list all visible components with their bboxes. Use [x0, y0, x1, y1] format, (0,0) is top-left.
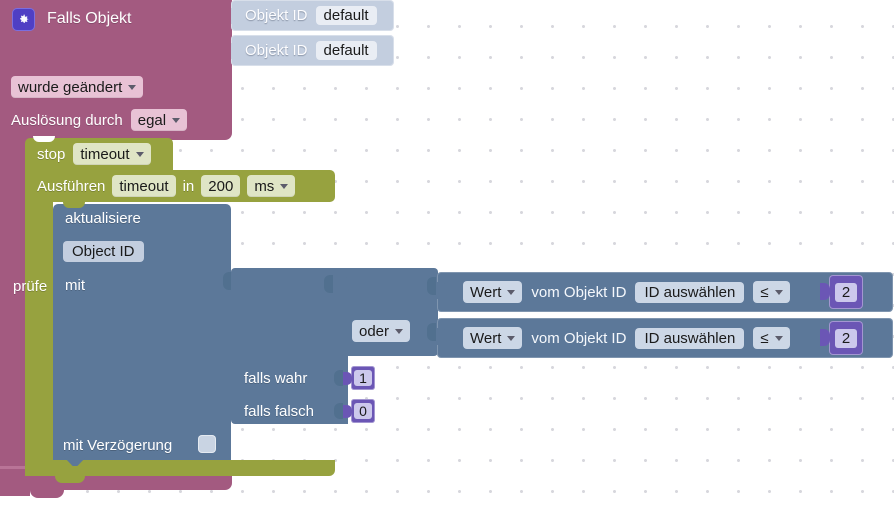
execute-block-bottom-notch	[55, 472, 85, 483]
stop-timeout-block[interactable]: stop timeout	[25, 138, 173, 170]
puzzle-plug-icon	[343, 405, 352, 418]
condition-operator-dropdown[interactable]: ≤	[753, 327, 790, 349]
if-true-label: falls wahr	[244, 370, 308, 387]
stop-label: stop	[37, 145, 66, 163]
condition-operator-label: ≤	[760, 283, 769, 301]
compare-number-value[interactable]: 2	[834, 328, 858, 348]
chevron-down-icon	[135, 151, 144, 157]
check-condition-socket	[324, 275, 333, 293]
chevron-down-icon	[128, 84, 137, 90]
check-label: prüfe	[13, 278, 48, 295]
chevron-down-icon	[395, 328, 404, 334]
compare-number-block-1[interactable]: 2	[820, 275, 863, 309]
condition-value-dropdown[interactable]: Wert	[463, 281, 523, 303]
condition-value-dropdown-label: Wert	[470, 283, 502, 301]
update-delay-checkbox[interactable]	[198, 435, 216, 453]
update-with-label: mit	[65, 277, 85, 294]
execute-unit-dropdown-label: ms	[254, 177, 275, 195]
puzzle-plug-icon	[820, 329, 830, 346]
condition-id-selector[interactable]: ID auswählen	[635, 327, 745, 349]
puzzle-plug-icon	[820, 283, 830, 300]
trigger-source-dropdown[interactable]: egal	[130, 109, 188, 131]
execute-unit-dropdown[interactable]: ms	[247, 175, 296, 197]
chevron-down-icon	[507, 289, 516, 295]
stop-timeout-dropdown[interactable]: timeout	[73, 143, 151, 165]
trigger-source-dropdown-label: egal	[137, 111, 167, 129]
execute-name-field[interactable]: timeout	[112, 175, 176, 197]
object-id-label: Objekt ID	[245, 42, 308, 59]
condition-from-label: vom Objekt ID	[531, 329, 627, 347]
execute-timeout-block[interactable]: Ausführen timeout in 200 ms	[25, 170, 335, 202]
execute-label: Ausführen	[37, 177, 106, 195]
execute-block-body	[25, 202, 53, 466]
chevron-down-icon	[774, 335, 783, 341]
stop-timeout-dropdown-label: timeout	[80, 145, 130, 163]
puzzle-plug-icon	[437, 282, 447, 299]
logic-operator-dropdown-label: oder	[359, 322, 390, 340]
logic-operand-a-socket	[427, 277, 436, 295]
blockly-workspace[interactable]: Falls Objekt wurde geändert Auslösung du…	[0, 0, 894, 506]
chevron-down-icon	[280, 183, 289, 189]
chevron-down-icon	[172, 117, 181, 123]
condition-id-selector[interactable]: ID auswählen	[635, 281, 745, 303]
logic-or-block[interactable]	[340, 268, 438, 356]
update-label: aktualisiere	[65, 210, 141, 227]
object-id-value[interactable]: default	[315, 6, 377, 25]
compare-number-value[interactable]: 2	[834, 282, 858, 302]
if-false-number-block[interactable]: 0	[343, 399, 375, 423]
puzzle-plug-icon	[343, 372, 352, 385]
object-id-value[interactable]: default	[315, 41, 377, 60]
object-id-block-2[interactable]: Objekt ID default	[231, 35, 394, 66]
puzzle-plug-icon	[231, 43, 241, 59]
gear-icon[interactable]	[12, 8, 35, 31]
object-id-label: Objekt ID	[245, 7, 308, 24]
stop-block-top-notch	[33, 136, 55, 142]
event-block-title: Falls Objekt	[47, 10, 132, 27]
execute-in-label: in	[182, 177, 195, 195]
condition-value-dropdown[interactable]: Wert	[463, 327, 523, 349]
condition-from-label: vom Objekt ID	[531, 283, 627, 301]
update-delay-label: mit Verzögerung	[63, 437, 173, 454]
condition-value-dropdown-label: Wert	[470, 329, 502, 347]
trigger-source-label: Auslösung durch	[11, 111, 123, 129]
chevron-down-icon	[507, 335, 516, 341]
if-false-value[interactable]: 0	[354, 403, 372, 419]
logic-operand-b-socket	[427, 323, 436, 341]
event-condition-dropdown-label: wurde geändert	[18, 78, 123, 96]
execute-delay-value[interactable]: 200	[201, 175, 241, 197]
event-block-bottom-notch	[30, 486, 64, 498]
chevron-down-icon	[774, 289, 783, 295]
condition-operator-dropdown[interactable]: ≤	[753, 281, 790, 303]
puzzle-plug-icon	[231, 8, 241, 24]
object-id-block-1[interactable]: Objekt ID default	[231, 0, 394, 31]
condition-operator-label: ≤	[760, 329, 769, 347]
if-false-socket	[334, 403, 343, 419]
update-block-top-notch	[63, 202, 85, 208]
compare-number-block-2[interactable]: 2	[820, 321, 863, 355]
puzzle-plug-icon	[437, 328, 447, 345]
if-false-label: falls falsch	[244, 403, 315, 420]
if-true-value[interactable]: 1	[354, 370, 372, 386]
logic-block-plug-icon	[340, 276, 349, 294]
logic-operator-dropdown[interactable]: oder	[352, 320, 411, 342]
if-true-socket	[334, 370, 343, 386]
event-condition-dropdown[interactable]: wurde geändert	[11, 76, 144, 98]
update-object-id-chip[interactable]: Object ID	[63, 241, 144, 262]
if-true-number-block[interactable]: 1	[343, 366, 375, 390]
